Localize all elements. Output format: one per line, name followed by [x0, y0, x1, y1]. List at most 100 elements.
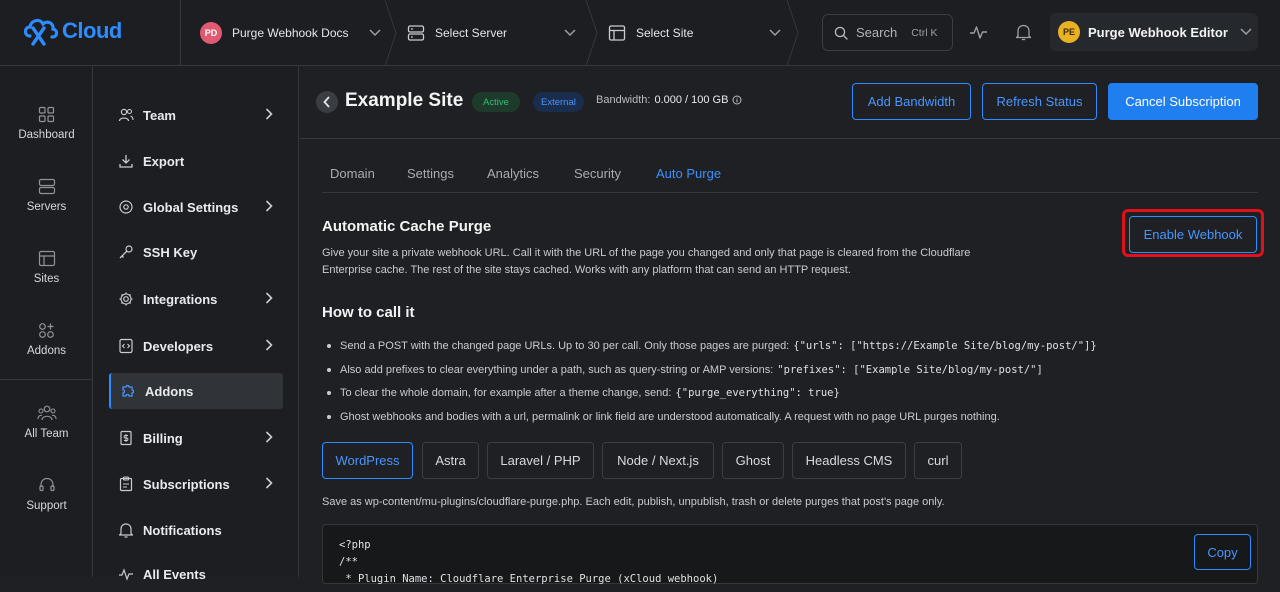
- addons-icon: [39, 323, 54, 338]
- bullet-text: To clear the whole domain, for example a…: [340, 387, 672, 399]
- bell-icon: [118, 523, 134, 538]
- info-icon[interactable]: [732, 95, 742, 105]
- rail-item-support[interactable]: Support: [0, 476, 93, 512]
- platform-tab-headless-cms[interactable]: Headless CMS: [792, 442, 906, 479]
- chevron-right-icon: [265, 108, 273, 120]
- site-selector[interactable]: Select Site: [608, 0, 781, 66]
- workspace-selector[interactable]: PD Purge Webhook Docs: [200, 0, 381, 66]
- logo[interactable]: Cloud: [22, 14, 122, 48]
- nav-item-ssh-key[interactable]: SSH Key: [109, 234, 283, 270]
- platform-tab-astra[interactable]: Astra: [422, 442, 479, 479]
- rail-label: Addons: [26, 345, 66, 357]
- platform-tab-ghost[interactable]: Ghost: [722, 442, 784, 479]
- code-line: * Plugin Name: Cloudflare Enterprise Pur…: [339, 573, 719, 585]
- search-shortcut: Ctrl K: [911, 26, 938, 39]
- platform-tab-curl[interactable]: curl: [914, 442, 962, 479]
- search-input[interactable]: Search Ctrl K: [822, 14, 953, 51]
- nav-item-addons[interactable]: Addons: [109, 373, 283, 409]
- servers-icon: [38, 178, 55, 195]
- how-to-title: How to call it: [322, 304, 415, 321]
- bullet-text: Ghost webhooks and bodies with a url, pe…: [340, 411, 1000, 423]
- chevron-right-icon: [265, 339, 273, 351]
- type-badge: External: [533, 92, 584, 112]
- nav-label: Export: [143, 153, 185, 169]
- refresh-status-button[interactable]: Refresh Status: [982, 83, 1097, 120]
- add-bandwidth-button[interactable]: Add Bandwidth: [852, 83, 971, 120]
- nav-item-notifications[interactable]: Notifications: [109, 512, 283, 548]
- nav-item-all-events[interactable]: All Events: [109, 556, 283, 592]
- bell-icon[interactable]: [1015, 23, 1032, 41]
- user-menu[interactable]: PE Purge Webhook Editor: [1050, 13, 1258, 51]
- puzzle-icon: [122, 384, 135, 397]
- user-avatar: PE: [1058, 21, 1080, 43]
- rail-item-addons[interactable]: Addons: [0, 322, 93, 357]
- bullet-dot: [327, 415, 331, 419]
- tab-security[interactable]: Security: [574, 166, 621, 181]
- rail-item-servers[interactable]: Servers: [0, 178, 93, 213]
- clipboard-icon: [119, 476, 133, 492]
- list-item: Send a POST with the changed page URLs. …: [327, 340, 1097, 352]
- description-line: Give your site a private webhook URL. Ca…: [322, 247, 971, 259]
- nav-label: Notifications: [143, 522, 222, 538]
- cancel-subscription-button[interactable]: Cancel Subscription: [1108, 83, 1258, 120]
- key-icon: [119, 245, 133, 259]
- divider: [180, 0, 181, 66]
- rail-item-dashboard[interactable]: Dashboard: [0, 106, 93, 141]
- icon-rail: Dashboard Servers Sites Addons All Team …: [0, 66, 93, 577]
- rail-item-all-team[interactable]: All Team: [0, 404, 93, 440]
- workspace-label: Purge Webhook Docs: [232, 26, 349, 40]
- list-item: Ghost webhooks and bodies with a url, pe…: [327, 411, 1000, 423]
- browser-icon: [608, 25, 626, 41]
- chevron-right-icon: [265, 477, 273, 489]
- search-label: Search: [856, 25, 898, 40]
- nav-item-billing[interactable]: Billing: [109, 420, 283, 456]
- activity-icon[interactable]: [969, 24, 988, 41]
- site-header: Example Site Active External Bandwidth: …: [300, 66, 1280, 139]
- rail-label: Servers: [26, 201, 67, 213]
- nav-item-export[interactable]: Export: [109, 143, 283, 179]
- section-title: Automatic Cache Purge: [322, 218, 492, 235]
- search-icon: [834, 26, 848, 40]
- nav-item-subscriptions[interactable]: Subscriptions: [109, 466, 283, 502]
- nav-label: Developers: [143, 338, 214, 354]
- nav-label: Billing: [143, 430, 183, 446]
- nav-item-developers[interactable]: Developers: [109, 328, 283, 364]
- rail-item-sites[interactable]: Sites: [0, 250, 93, 285]
- server-label: Select Server: [435, 26, 508, 40]
- nav-item-team[interactable]: Team: [109, 97, 283, 133]
- chevron-down-icon: [769, 29, 781, 37]
- receipt-icon: [120, 430, 132, 446]
- nav-label: Team: [143, 107, 176, 123]
- chevron-right-icon: [265, 292, 273, 304]
- nav-item-integrations[interactable]: Integrations: [109, 281, 283, 317]
- users-icon: [118, 108, 134, 122]
- bullet-code: "prefixes": ["Example Site/blog/my-post/…: [777, 364, 1043, 376]
- back-button[interactable]: [316, 91, 338, 113]
- tab-auto-purge[interactable]: Auto Purge: [656, 166, 721, 181]
- code-line: /**: [339, 556, 358, 568]
- rail-label: Sites: [33, 273, 60, 285]
- code-block[interactable]: <?php /** * Plugin Name: Cloudflare Ente…: [322, 524, 1258, 585]
- cloud-x-logo-icon: [23, 18, 59, 46]
- sites-icon: [38, 250, 55, 267]
- breadcrumb-separator: [384, 0, 397, 66]
- user-name: Purge Webhook Editor: [1088, 24, 1228, 40]
- tab-domain[interactable]: Domain: [330, 166, 375, 181]
- tab-analytics[interactable]: Analytics: [487, 166, 539, 181]
- server-selector[interactable]: Select Server: [407, 0, 576, 66]
- enable-webhook-button[interactable]: Enable Webhook: [1129, 216, 1257, 253]
- code-file-icon: [119, 338, 133, 354]
- code-line: <?php: [339, 539, 371, 551]
- copy-button[interactable]: Copy: [1194, 534, 1251, 570]
- platform-tab-laravel-php[interactable]: Laravel / PHP: [487, 442, 594, 479]
- bullet-dot: [327, 344, 331, 348]
- chevron-down-icon: [1240, 28, 1252, 36]
- platform-tab-wordpress[interactable]: WordPress: [322, 442, 413, 479]
- nav-item-global-settings[interactable]: Global Settings: [109, 189, 283, 225]
- platform-tab-node-nextjs[interactable]: Node / Next.js: [602, 442, 714, 479]
- breadcrumb-separator: [786, 0, 799, 66]
- nav-label: Addons: [145, 383, 194, 399]
- activity-icon: [119, 568, 133, 581]
- tab-settings[interactable]: Settings: [407, 166, 454, 181]
- section-description: Give your site a private webhook URL. Ca…: [322, 245, 1042, 279]
